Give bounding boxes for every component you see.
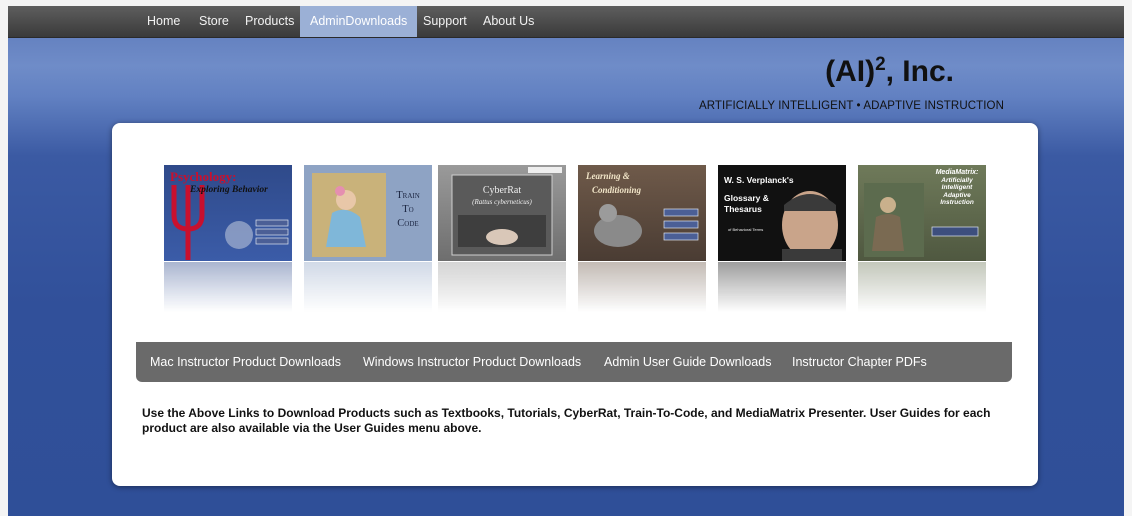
company-name-prefix: (AI)	[825, 55, 876, 88]
company-name-superscript: 2	[875, 54, 886, 75]
mac-instructor-downloads-link[interactable]: Mac Instructor Product Downloads	[150, 342, 341, 382]
learning-conditioning-title: Learning &	[586, 171, 630, 181]
nav-support[interactable]: Support	[413, 6, 477, 37]
product-learning-conditioning[interactable]: Learning & Conditioning	[578, 165, 706, 315]
learning-conditioning-subtitle: Conditioning	[592, 185, 642, 195]
nav-products[interactable]: Products	[235, 6, 304, 37]
learning-conditioning-reflection	[578, 262, 706, 312]
product-train-to-code[interactable]: Train To Code	[304, 165, 432, 315]
psychology-reflection	[164, 262, 292, 312]
psychology-cover: Psychology: Exploring Behavior	[164, 165, 292, 261]
cyberrat-cover: CyberRat (Rattus cyberneticus)	[438, 165, 566, 261]
nav-about-us[interactable]: About Us	[473, 6, 544, 37]
cyberrat-chamber-graphic	[451, 167, 562, 256]
verplanck-title-line-2: Glossary &	[724, 192, 769, 203]
mediamatrix-title-line-3: Intelligent	[941, 184, 973, 191]
download-instructions: Use the Above Links to Download Products…	[142, 406, 991, 435]
nav-admin-downloads[interactable]: AdminDownloads	[300, 6, 418, 37]
company-name-suffix: , Inc.	[885, 55, 954, 88]
learning-conditioning-cover: Learning & Conditioning	[578, 165, 706, 261]
verplanck-caption: of Behavioral Terms	[728, 227, 764, 232]
verplanck-title-line-3: Thesarus	[724, 204, 762, 214]
train-to-code-cover: Train To Code	[304, 165, 432, 261]
nav-store[interactable]: Store	[189, 6, 239, 37]
product-cyberrat[interactable]: CyberRat (Rattus cyberneticus)	[438, 165, 566, 315]
top-navigation: Home Store Products AdminDownloads Suppo…	[8, 6, 1124, 38]
mediamatrix-title-line-5: Instruction	[940, 199, 974, 206]
mediamatrix-title: MediaMatrix: Artificially Intelligent Ad…	[930, 169, 984, 207]
cyberrat-reflection	[438, 262, 566, 312]
train-to-code-title-line-3: Code	[397, 218, 419, 229]
verplanck-title-line-1: W. S. Verplanck's	[724, 175, 794, 185]
company-tagline: ARTIFICIALLY INTELLIGENT • ADAPTIVE INST…	[698, 100, 1004, 112]
product-verplanck-glossary[interactable]: W. S. Verplanck's Glossary & Thesarus of…	[718, 165, 846, 315]
company-logo: (AI)2, Inc.	[825, 54, 954, 89]
mediamatrix-title-line-4: Adaptive	[943, 191, 971, 199]
train-to-code-reflection	[304, 262, 432, 312]
content-card: Psychology: Exploring Behavior Train To	[112, 123, 1038, 486]
download-links-bar: Mac Instructor Product Downloads Windows…	[136, 342, 1012, 382]
product-psychology[interactable]: Psychology: Exploring Behavior	[164, 165, 292, 315]
windows-instructor-downloads-link[interactable]: Windows Instructor Product Downloads	[363, 342, 581, 382]
mediamatrix-reflection	[858, 262, 986, 312]
verplanck-glossary-cover: W. S. Verplanck's Glossary & Thesarus of…	[718, 165, 846, 261]
verplanck-title: W. S. Verplanck's Glossary & Thesarus	[724, 175, 794, 216]
train-to-code-title-line-2: To	[402, 204, 414, 215]
admin-user-guide-downloads-link[interactable]: Admin User Guide Downloads	[604, 342, 771, 382]
verplanck-glossary-reflection	[718, 262, 846, 312]
train-to-code-title-line-1: Train	[396, 190, 420, 201]
mediamatrix-title-line-1: MediaMatrix:	[935, 169, 979, 176]
mediamatrix-cover: MediaMatrix: Artificially Intelligent Ad…	[858, 165, 986, 261]
psychology-title: Psychology:	[170, 169, 237, 184]
product-mediamatrix[interactable]: MediaMatrix: Artificially Intelligent Ad…	[858, 165, 986, 315]
mediamatrix-title-line-2: Artificially	[941, 176, 973, 184]
page-frame: Home Store Products AdminDownloads Suppo…	[8, 6, 1124, 516]
nav-home[interactable]: Home	[137, 6, 190, 37]
cyberrat-subtitle: (Rattus cyberneticus)	[472, 198, 532, 206]
instructor-chapter-pdfs-link[interactable]: Instructor Chapter PDFs	[792, 342, 927, 382]
psychology-subtitle: Exploring Behavior	[190, 185, 268, 195]
train-to-code-title: Train To Code	[388, 189, 428, 231]
cyberrat-title: CyberRat	[482, 185, 522, 196]
